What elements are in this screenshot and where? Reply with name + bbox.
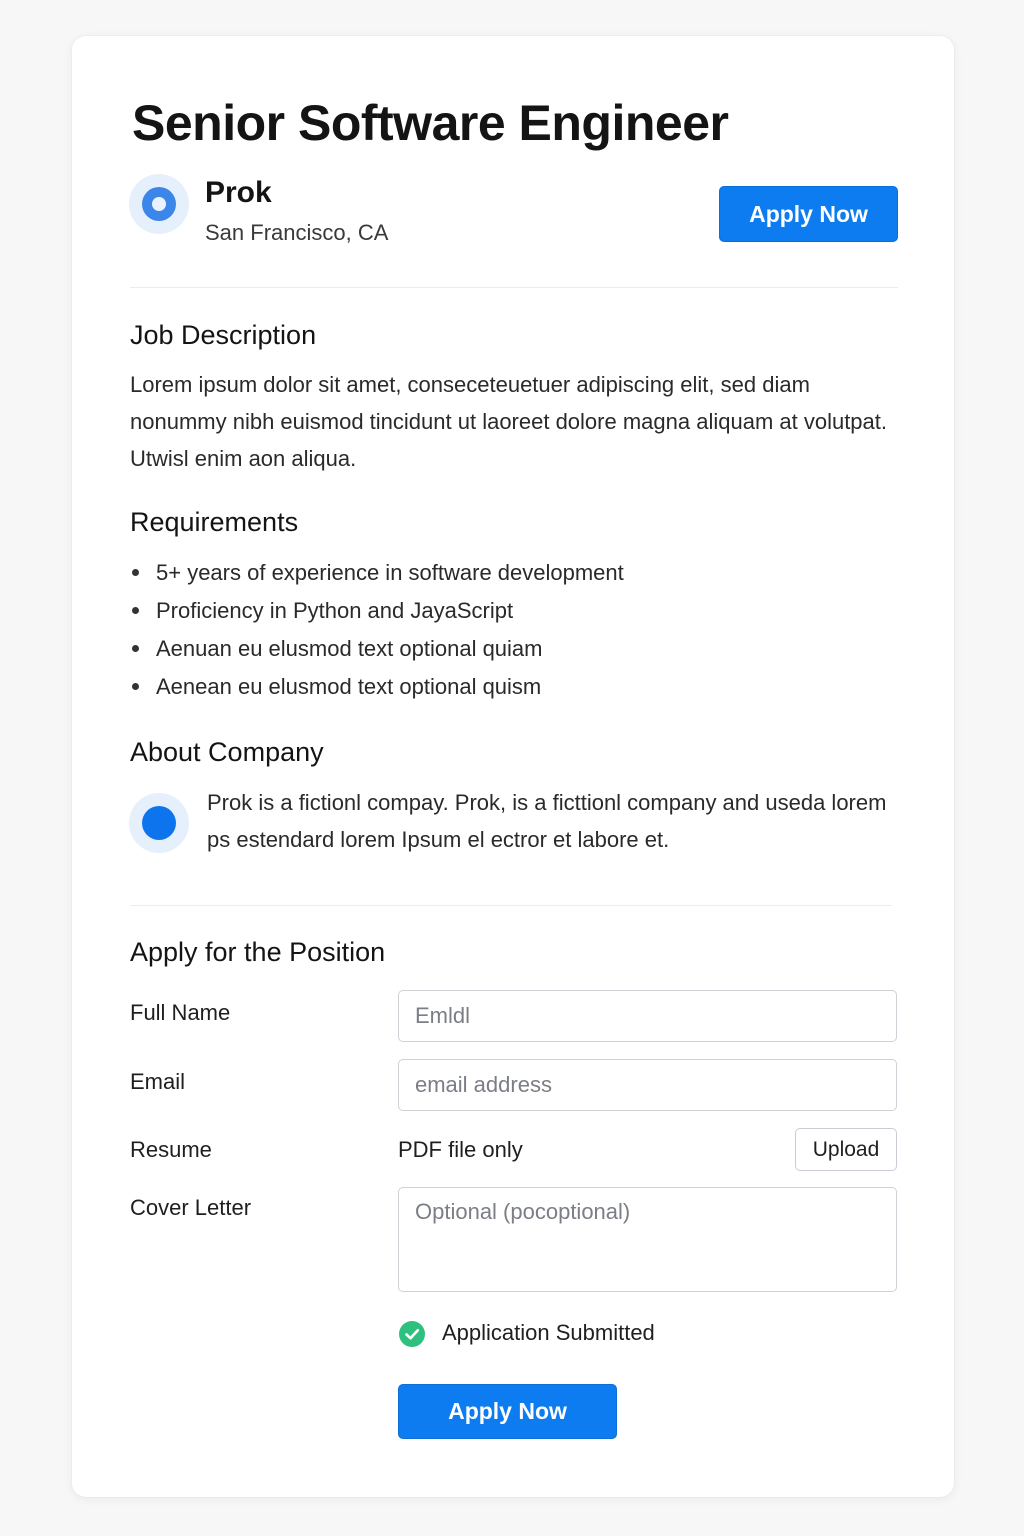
full-name-label: Full Name xyxy=(130,1000,231,1025)
requirement-item: Proficiency in Python and JayaScript xyxy=(130,592,850,630)
bullet-icon xyxy=(132,569,139,576)
job-description-heading: Job Description xyxy=(130,320,317,350)
company-logo-icon xyxy=(129,174,189,234)
apply-section-heading: Apply for the Position xyxy=(130,937,386,967)
company-location: San Francisco, CA xyxy=(205,220,389,245)
full-name-input[interactable] xyxy=(398,990,897,1042)
bullet-icon xyxy=(132,683,139,690)
about-company-heading: About Company xyxy=(130,737,324,767)
bullet-icon xyxy=(132,645,139,652)
upload-button[interactable]: Upload xyxy=(795,1128,897,1171)
company-dot-icon xyxy=(129,793,189,853)
bullet-icon xyxy=(132,607,139,614)
apply-now-button-submit[interactable]: Apply Now xyxy=(398,1384,617,1439)
email-label: Email xyxy=(130,1069,186,1094)
job-posting-card: Senior Software Engineer Prok San Franci… xyxy=(72,36,954,1497)
requirement-item: 5+ years of experience in software devel… xyxy=(130,554,850,592)
job-title: Senior Software Engineer xyxy=(132,95,729,151)
requirements-heading: Requirements xyxy=(130,507,299,537)
resume-hint: PDF file only xyxy=(398,1137,523,1162)
requirement-text: 5+ years of experience in software devel… xyxy=(156,560,624,585)
cover-letter-label: Cover Letter xyxy=(130,1195,252,1220)
requirement-item: Aenean eu elusmod text optional quism xyxy=(130,668,850,706)
company-name: Prok xyxy=(205,176,272,209)
requirement-text: Aenuan eu elusmod text optional quiam xyxy=(156,636,543,661)
requirement-text: Proficiency in Python and JayaScript xyxy=(156,598,514,623)
job-description-text: Lorem ipsum dolor sit amet, conseceteuet… xyxy=(130,372,888,471)
application-status-text: Application Submitted xyxy=(442,1320,655,1345)
requirement-item: Aenuan eu elusmod text optional quiam xyxy=(130,630,850,668)
apply-now-button-top[interactable]: Apply Now xyxy=(719,186,898,242)
requirement-text: Aenean eu elusmod text optional quism xyxy=(156,674,542,699)
about-company-text: Prok is a fictionl compay. Prok, is a fi… xyxy=(207,790,887,852)
cover-letter-textarea[interactable] xyxy=(398,1187,897,1292)
check-circle-icon xyxy=(399,1321,425,1347)
divider xyxy=(130,905,892,906)
requirements-list: 5+ years of experience in software devel… xyxy=(130,554,850,706)
divider xyxy=(130,287,898,288)
resume-label: Resume xyxy=(130,1137,212,1162)
email-input[interactable] xyxy=(398,1059,897,1111)
